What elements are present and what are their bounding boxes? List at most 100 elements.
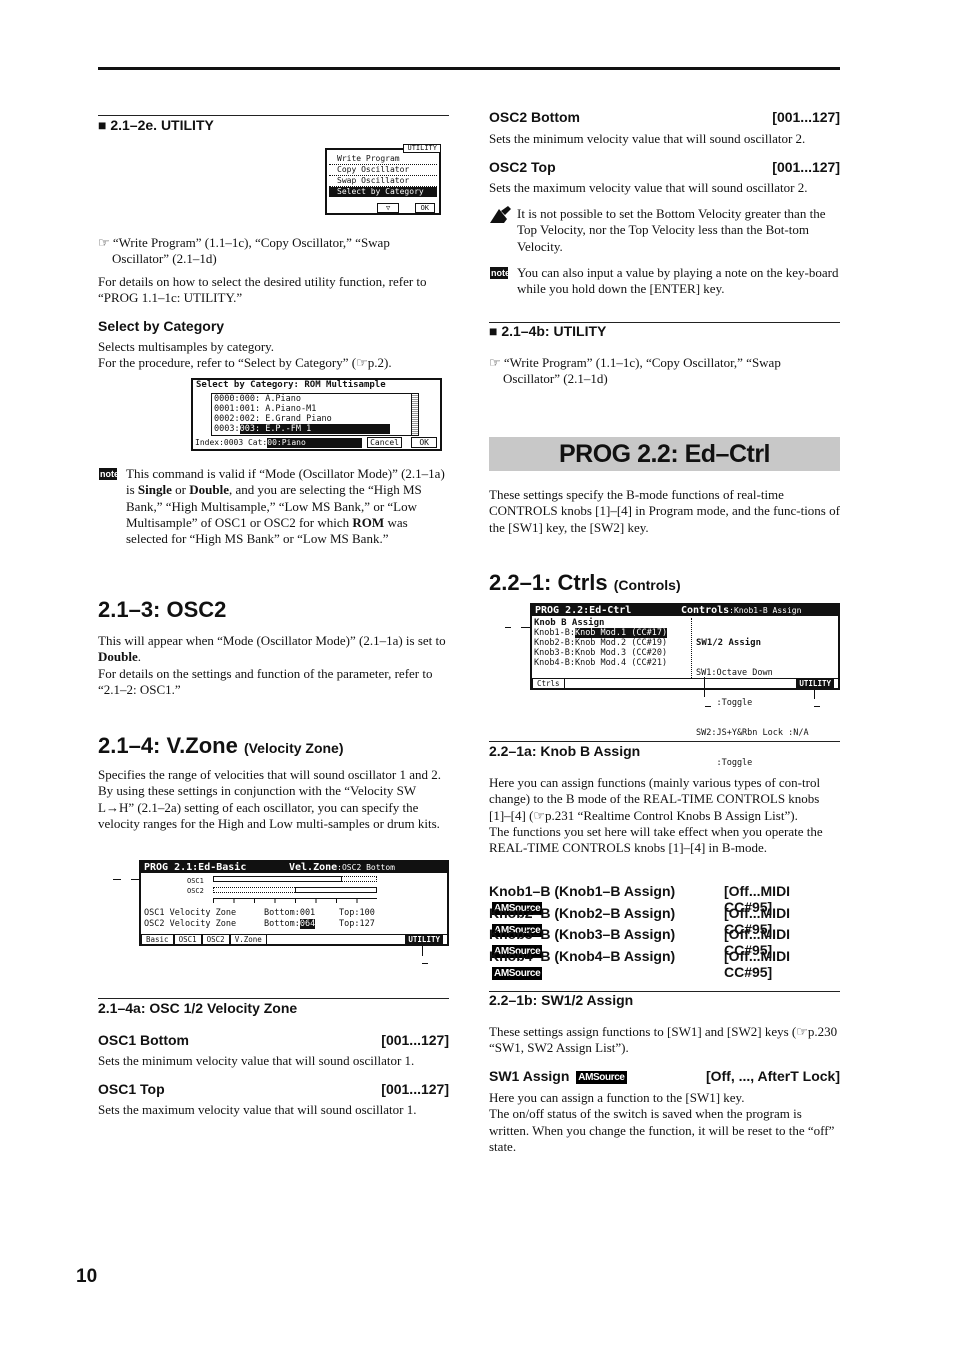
param-osc1-bottom: OSC1 Bottom [001...127] xyxy=(98,1032,449,1048)
ok-button[interactable]: OK xyxy=(414,203,435,213)
tab-bar: Basic OSC1 OSC2 V.Zone UTILITY xyxy=(141,934,447,945)
osc1-zone-bar xyxy=(213,876,342,882)
knob-b-assign-panel: Knob B Assign Knob1-B:Knob Mod.1 (CC#17)… xyxy=(534,618,692,678)
multisample-list: 0000:000: A.Piano 0001:001: A.Piano-M1 0… xyxy=(211,393,419,436)
lcd-title: PROG 2.1:Ed-Basic xyxy=(144,862,247,873)
knob-row[interactable]: Knob2-B:Knob Mod.2 (CC#19) xyxy=(534,638,691,648)
leader-line xyxy=(704,677,705,697)
down-button[interactable]: ▽ xyxy=(377,203,400,213)
tab-ctrls[interactable]: Ctrls xyxy=(532,679,565,689)
menu-item-swap-oscillator[interactable]: Swap Oscillator xyxy=(329,176,437,187)
sw1-function[interactable]: SW1:Octave Down xyxy=(696,668,838,678)
note-text: You can also input a value by playing a … xyxy=(517,265,839,297)
param-desc: Sets the maximum velocity value that wil… xyxy=(489,180,808,195)
param-desc: Sets the minimum velocity value that wil… xyxy=(489,131,806,146)
utility-button[interactable]: UTILITY xyxy=(796,679,834,688)
select-text-2: For the procedure, refer to “Select by C… xyxy=(98,355,392,371)
vzone-row-2: OSC2 Velocity Zone Bottom:064 Top:127 xyxy=(144,919,444,929)
row-label: OSC2 Velocity Zone xyxy=(144,919,237,929)
list-scrollbar[interactable] xyxy=(411,394,418,435)
section-heading-utility: ■ 2.1–2e. UTILITY xyxy=(98,117,214,133)
lcd-page-label: Vel.Zone xyxy=(289,862,338,873)
ctrl-lcd: PROG 2.2:Ed-Ctrl Controls:Knob1-B Assign… xyxy=(530,603,840,768)
list-item[interactable]: 0002:002: E.Grand Piano xyxy=(214,414,418,424)
leader-line xyxy=(422,963,428,964)
osc2-heading: 2.1–3: OSC2 xyxy=(98,597,227,622)
leader-line xyxy=(113,879,121,880)
panel-heading: Knob B Assign xyxy=(534,618,605,628)
vzone-heading: 2.1–4: V.Zone (Velocity Zone) xyxy=(98,733,344,758)
category-field[interactable]: 00:Piano xyxy=(267,438,363,448)
caution-text: It is not possible to set the Bottom Vel… xyxy=(517,206,826,254)
param-sw1-assign: SW1 Assign AMSource [Off, ..., AfterT Loc… xyxy=(489,1068,840,1084)
tab-osc2[interactable]: OSC2 xyxy=(201,935,230,945)
sw2-function[interactable]: SW2:JS+Y&Rbn Lock :N/A xyxy=(696,728,838,738)
section-rule xyxy=(98,998,449,999)
list-item[interactable]: 0000:000: A.Piano xyxy=(214,394,418,404)
sw-assign-section: 2.2–1b: SW1/2 Assign xyxy=(489,992,634,1008)
lcd-page-value: :OSC2 Bottom xyxy=(337,863,395,872)
list-index: 0001 xyxy=(214,404,235,414)
param-knob4-b: Knob4–B (Knob4–B Assign)AMSource [Off...M… xyxy=(489,948,791,980)
bottom-value[interactable]: Bottom:064 xyxy=(264,919,339,929)
top-rule xyxy=(98,67,840,70)
leader-line xyxy=(814,706,820,707)
note-text: This command is valid if “Mode (Oscillat… xyxy=(126,466,445,547)
row-label: OSC1 Velocity Zone xyxy=(144,908,237,918)
amsource-badge: AMSource xyxy=(576,1071,627,1084)
utility-button[interactable]: UTILITY xyxy=(405,935,443,944)
utility-menu-lcd: UTILITY Write Program Copy Oscillator Sw… xyxy=(325,144,441,215)
velocity-zone-section: 2.1–4a: OSC 1/2 Velocity Zone xyxy=(98,1000,298,1016)
list-index: 0003 xyxy=(214,424,235,434)
caution-icon xyxy=(490,206,511,223)
knob-row[interactable]: Knob3-B:Knob Mod.3 (CC#20) xyxy=(534,648,691,658)
select-by-category-heading: Select by Category xyxy=(98,318,225,334)
knob-row[interactable]: Knob1-B:Knob Mod.1 (CC#17) xyxy=(534,628,691,638)
tab-osc1[interactable]: OSC1 xyxy=(173,935,202,945)
section-heading-utility: ■ 2.1–4b: UTILITY xyxy=(489,323,607,339)
list-item[interactable]: 0001:001: A.Piano-M1 xyxy=(214,404,418,414)
menu-item-select-by-category[interactable]: Select by Category xyxy=(329,187,437,197)
menu-item-write-program[interactable]: Write Program xyxy=(329,154,437,165)
index-category-row: Index:0003 Cat:00:Piano xyxy=(195,438,363,448)
list-name: 002: E.Grand Piano xyxy=(239,414,332,424)
velocity-scale xyxy=(213,898,377,903)
menu-item-copy-oscillator[interactable]: Copy Oscillator xyxy=(329,165,437,176)
section-rule xyxy=(98,115,449,116)
ctrls-heading: 2.2–1: Ctrls (Controls) xyxy=(489,570,681,595)
lcd-title: PROG 2.2:Ed-Ctrl xyxy=(535,605,632,616)
select-text-1: Selects multisamples by category. xyxy=(98,339,275,354)
cancel-button[interactable]: Cancel xyxy=(367,437,402,448)
utility-tab: UTILITY xyxy=(403,144,441,153)
vzone-text: Specifies the range of velocities that w… xyxy=(98,767,441,831)
knob-row[interactable]: Knob4-B:Knob Mod.4 (CC#21) xyxy=(534,658,691,668)
index-label: Index:0003 Cat: xyxy=(195,438,268,447)
sw2-mode[interactable]: :Toggle xyxy=(696,758,838,768)
note-icon: note xyxy=(99,468,119,480)
list-index: 0000 xyxy=(214,394,235,404)
osc2-zone-bar xyxy=(295,887,377,893)
lcd-header: PROG 2.2:Ed-Ctrl Controls:Knob1-B Assign xyxy=(532,605,838,616)
list-name: 003: E.P.-FM 1 xyxy=(239,424,390,434)
vzone-lcd: PROG 2.1:Ed-Basic Vel.Zone:OSC2 Bottom O… xyxy=(139,860,449,946)
utility-reference: ☞ “Write Program” (1.1–1c), “Copy Oscill… xyxy=(98,235,390,267)
list-index: 0002 xyxy=(214,414,235,424)
page-number: 10 xyxy=(76,1266,98,1287)
panel-heading: SW1/2 Assign xyxy=(696,638,762,648)
leader-line xyxy=(422,946,423,956)
param-osc2-top: OSC2 Top [001...127] xyxy=(489,159,840,175)
top-value[interactable]: Top:100 xyxy=(339,908,375,918)
tab-basic[interactable]: Basic xyxy=(141,935,174,945)
knob-b-text: Here you can assign functions (mainly va… xyxy=(489,775,823,856)
leader-line xyxy=(814,690,815,699)
vzone-row-1: OSC1 Velocity Zone Bottom:001 Top:100 xyxy=(144,908,444,918)
velocity-bars xyxy=(213,876,377,906)
ok-button[interactable]: OK xyxy=(411,437,437,448)
list-item-selected[interactable]: 0003:003: E.P.-FM 1 xyxy=(214,424,418,434)
lcd-title: Select by Category: ROM Multisample xyxy=(196,380,386,390)
bottom-value[interactable]: Bottom:001 xyxy=(264,908,339,918)
top-value[interactable]: Top:127 xyxy=(339,919,375,929)
select-by-category-text: Selects multisamples by category. For th… xyxy=(98,339,449,372)
tab-vzone[interactable]: V.Zone xyxy=(229,935,267,945)
utility-reference: ☞ “Write Program” (1.1–1c), “Copy Oscill… xyxy=(489,355,781,387)
